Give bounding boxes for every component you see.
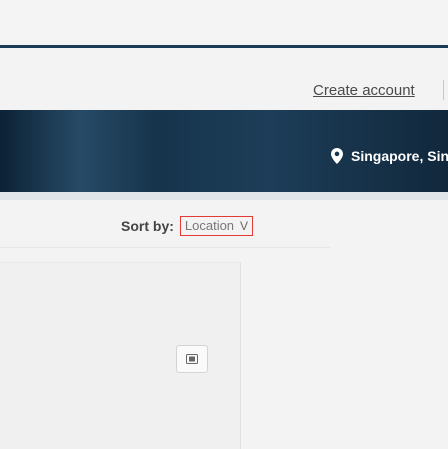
sort-value: Location <box>184 218 235 233</box>
top-navbar <box>0 0 448 48</box>
create-account-link[interactable]: Create account <box>313 82 415 99</box>
sort-dropdown[interactable]: Location V <box>179 216 254 236</box>
divider <box>443 80 444 100</box>
sort-bar: Sort by: Location V <box>121 216 254 236</box>
location-pin-icon <box>331 148 343 164</box>
location-selector[interactable]: Singapore, Singa <box>331 148 448 164</box>
image-icon-button[interactable] <box>176 345 208 373</box>
sort-label: Sort by: <box>121 218 174 234</box>
location-text: Singapore, Singa <box>351 148 448 164</box>
chevron-down-icon: V <box>240 219 249 233</box>
divider <box>0 247 330 248</box>
account-links: Create account <box>313 80 444 100</box>
image-icon <box>186 354 198 364</box>
